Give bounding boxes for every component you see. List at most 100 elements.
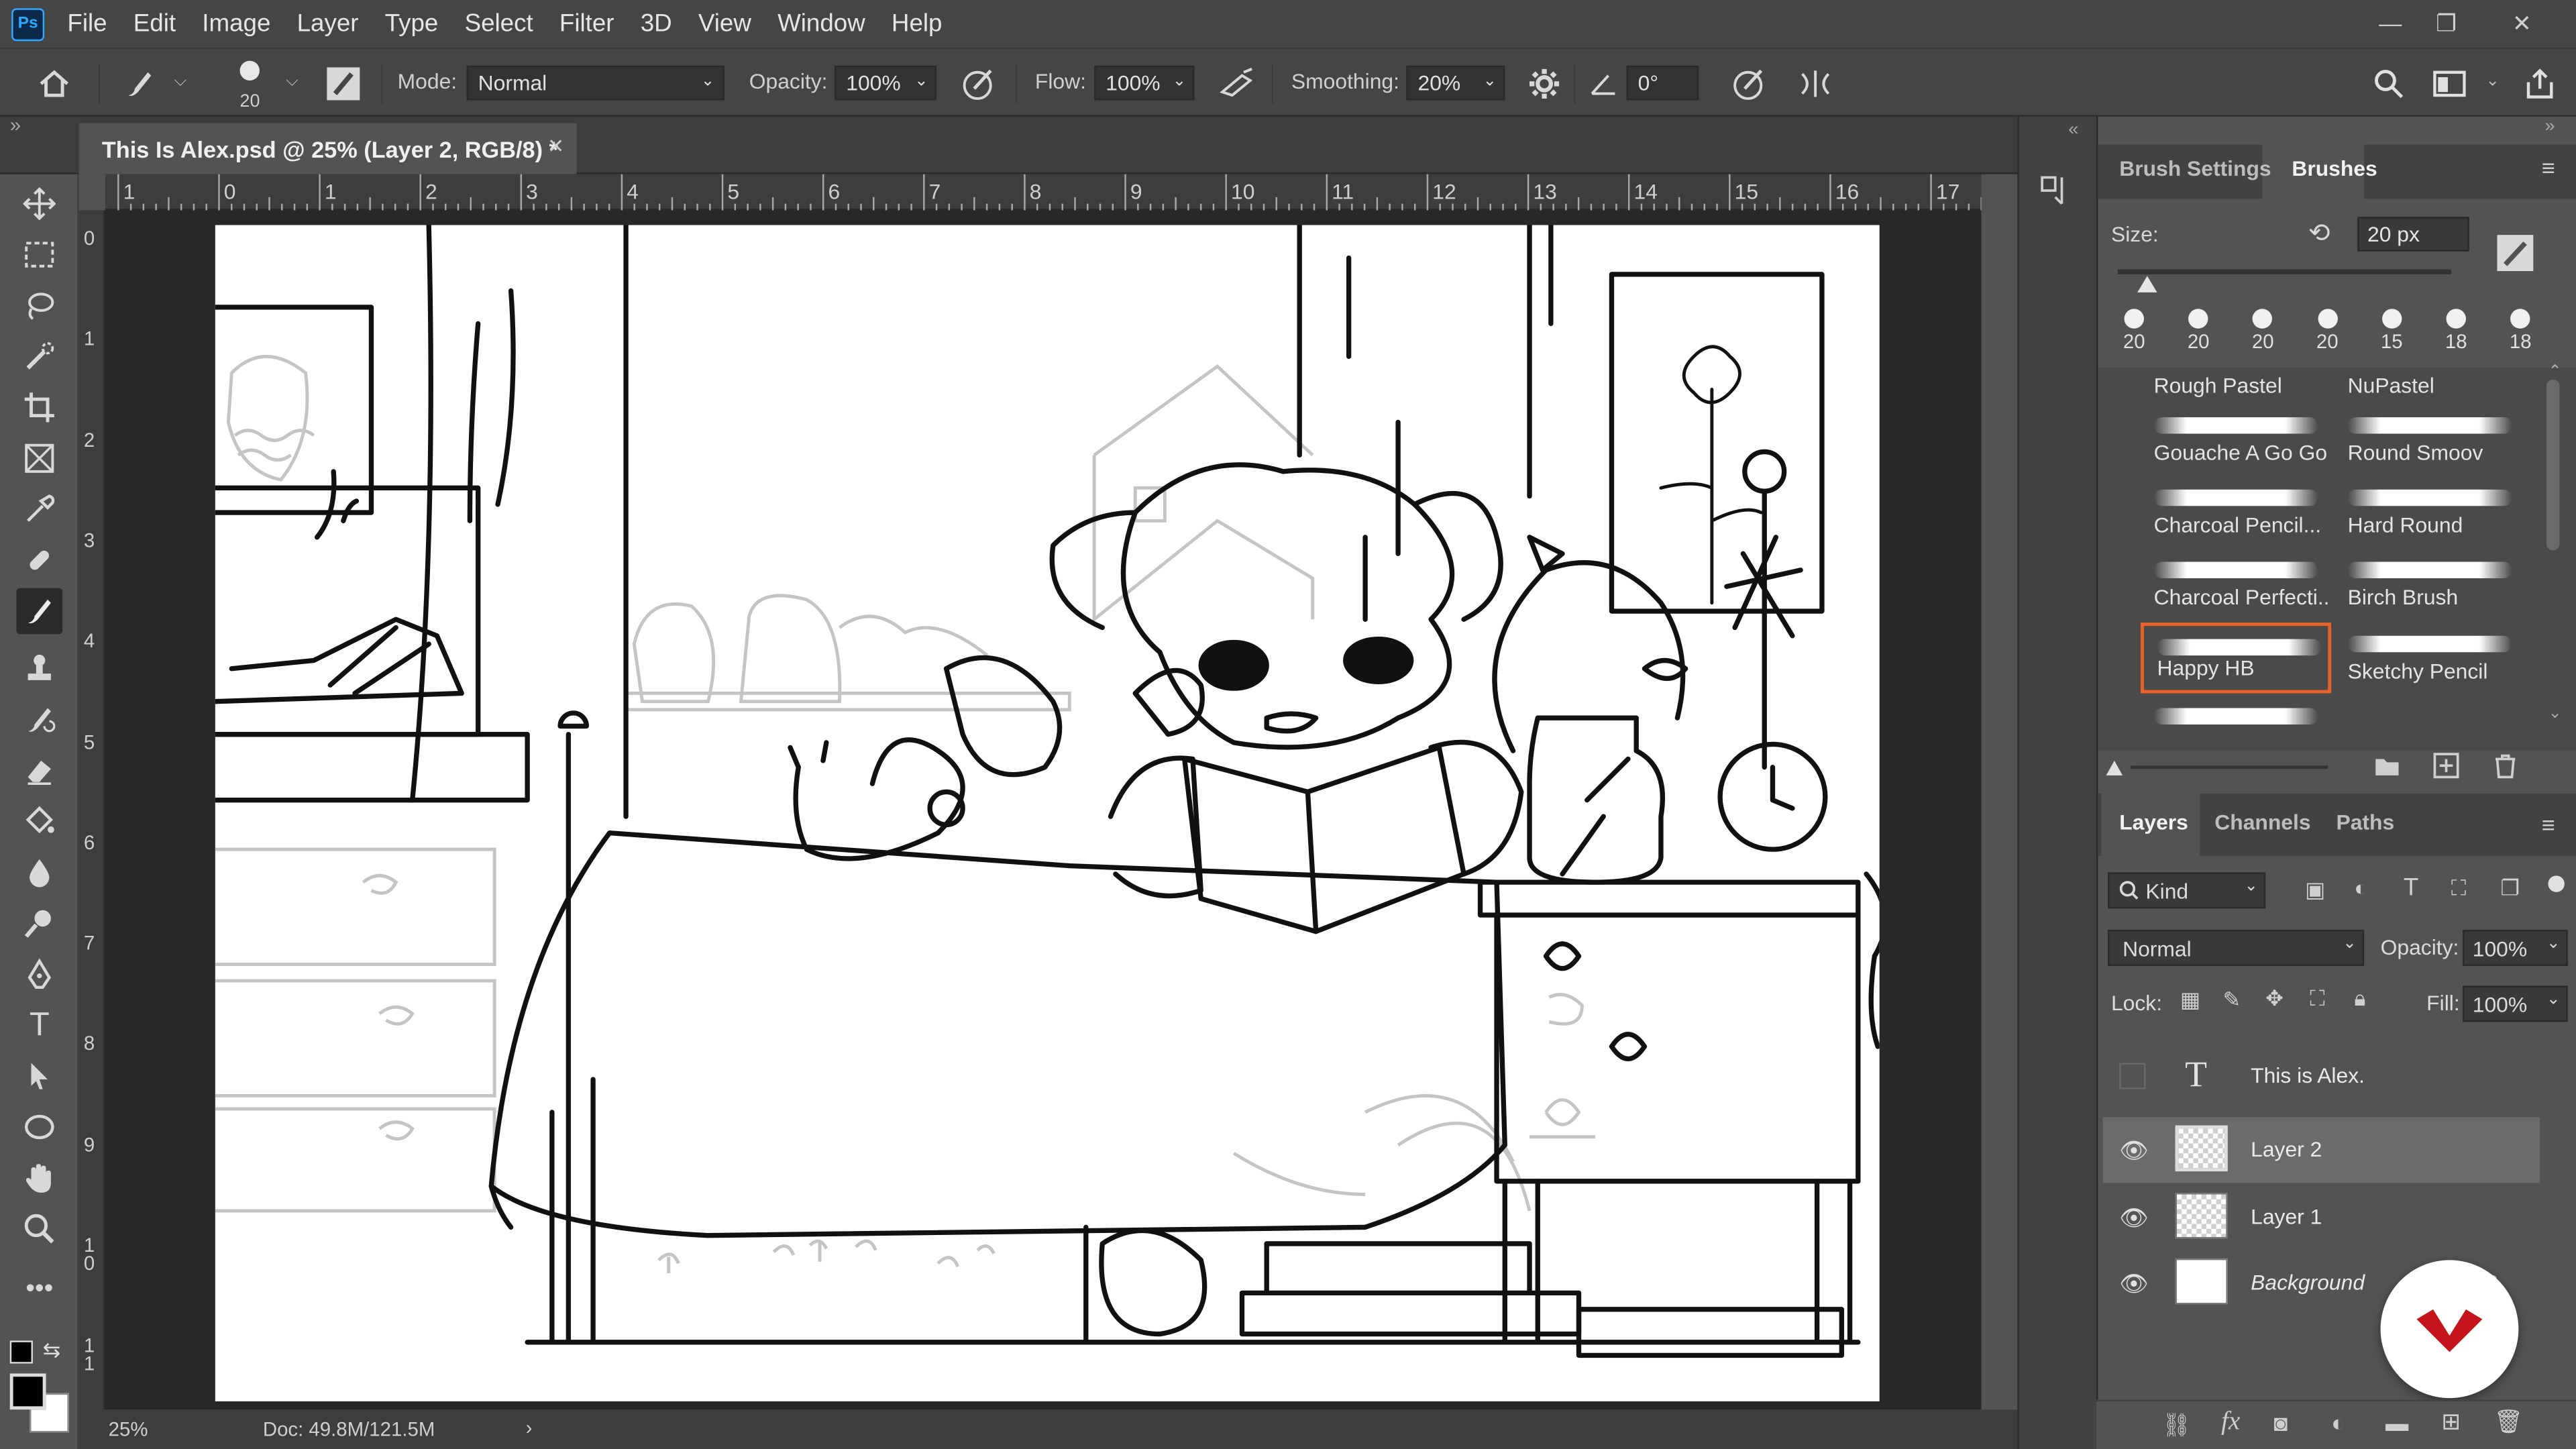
minimize-button[interactable]: —: [2363, 5, 2418, 41]
recent-brush[interactable]: 18: [2491, 303, 2550, 365]
link-icon[interactable]: ⛓: [2162, 1411, 2192, 1440]
filter-adjustment-icon[interactable]: ◐: [2354, 875, 2367, 900]
pen-tool-icon[interactable]: [16, 951, 62, 998]
brush-preset[interactable]: Birch Brush: [2334, 549, 2525, 620]
eye-icon[interactable]: 👁︎: [2119, 1204, 2149, 1230]
fill-field[interactable]: 100% ⌄: [2463, 985, 2568, 1022]
foreground-color-swatch[interactable]: [9, 1373, 46, 1410]
menu-help[interactable]: Help: [892, 10, 943, 38]
expand-icon[interactable]: »: [10, 113, 21, 136]
brush-preset[interactable]: Round Smoov: [2334, 404, 2525, 474]
frame-tool-icon[interactable]: [16, 435, 62, 482]
reset-icon[interactable]: ⟲: [2308, 217, 2330, 250]
paint-bucket-tool-icon[interactable]: [16, 798, 62, 845]
menu-type[interactable]: Type: [385, 10, 439, 38]
search-icon[interactable]: [2367, 62, 2410, 105]
tab-brush-settings[interactable]: Brush Settings: [2119, 156, 2271, 181]
layer-name[interactable]: Layer 2: [2251, 1137, 2322, 1162]
tab-paths[interactable]: Paths: [2336, 810, 2394, 835]
history-panel-icon[interactable]: [2039, 172, 2075, 209]
tab-layers[interactable]: Layers: [2119, 810, 2188, 835]
filter-type-icon[interactable]: T: [2404, 874, 2418, 902]
lasso-tool-icon[interactable]: [16, 282, 62, 329]
smoothing-field[interactable]: 20% ⌄: [1406, 65, 1505, 101]
eyedropper-tool-icon[interactable]: [16, 486, 62, 533]
share-icon[interactable]: [2518, 62, 2561, 105]
quick-select-tool-icon[interactable]: [16, 333, 62, 380]
pressure-opacity-icon[interactable]: [958, 62, 1001, 105]
preview-size-slider[interactable]: [2131, 765, 2328, 769]
workspace-caret[interactable]: ⌄: [2485, 72, 2500, 91]
layer-name[interactable]: Layer 1: [2251, 1204, 2322, 1229]
brush-preset[interactable]: Hard Round: [2334, 477, 2525, 547]
crop-tool-icon[interactable]: [16, 384, 62, 431]
brush-preset[interactable]: Charcoal Perfecti...: [2141, 549, 2331, 620]
menu-edit[interactable]: Edit: [133, 10, 176, 38]
layer-row-selected[interactable]: 👁︎ Layer 2: [2102, 1117, 2540, 1183]
status-arrow-icon[interactable]: ›: [526, 1416, 533, 1439]
tool-preset-caret[interactable]: ⌵: [174, 72, 187, 91]
hand-tool-icon[interactable]: [16, 1155, 62, 1201]
filter-pixel-icon[interactable]: ▣: [2305, 877, 2325, 904]
clone-stamp-tool-icon[interactable]: [16, 645, 62, 692]
recent-brush[interactable]: 18: [2426, 303, 2485, 365]
menu-layer[interactable]: Layer: [297, 10, 359, 38]
layer-row-text[interactable]: T This is Alex.: [2103, 1043, 2540, 1109]
recent-brush[interactable]: 15: [2362, 303, 2421, 365]
layer-name[interactable]: This is Alex.: [2251, 1063, 2365, 1088]
filter-shape-icon[interactable]: ⛶: [2451, 875, 2466, 902]
eye-icon[interactable]: 👁︎: [2119, 1270, 2149, 1296]
history-brush-tool-icon[interactable]: [16, 696, 62, 743]
menu-filter[interactable]: Filter: [559, 10, 614, 38]
eraser-tool-icon[interactable]: [16, 747, 62, 794]
layer-name[interactable]: Background: [2251, 1270, 2365, 1295]
brush-preset[interactable]: Sketchy Pencil: [2334, 622, 2525, 692]
close-tab-icon[interactable]: ×: [548, 133, 564, 162]
layer-row[interactable]: 👁︎ Layer 1: [2103, 1185, 2540, 1250]
recent-brush[interactable]: 20: [2298, 303, 2357, 365]
blur-tool-icon[interactable]: [16, 849, 62, 896]
pressure-size-icon[interactable]: [1728, 62, 1771, 105]
visibility-toggle-empty[interactable]: [2119, 1063, 2146, 1089]
brush-settings-toggle-icon[interactable]: [322, 62, 365, 105]
opacity-field[interactable]: 100% ⌄: [835, 65, 936, 101]
panel-menu-icon[interactable]: ≡: [2542, 154, 2555, 180]
brush-list-scrollbar[interactable]: [2546, 379, 2560, 551]
menu-window[interactable]: Window: [777, 10, 865, 38]
more-tools-icon[interactable]: •••: [16, 1267, 62, 1313]
type-tool-icon[interactable]: T: [16, 1002, 62, 1049]
workspace-icon[interactable]: [2428, 62, 2471, 105]
brush-preset-partial[interactable]: [2141, 695, 2331, 741]
adjustment-icon[interactable]: ◐: [2331, 1409, 2345, 1436]
brush-tool-icon[interactable]: [118, 62, 161, 105]
menu-view[interactable]: View: [698, 10, 751, 38]
brush-picker-caret[interactable]: ⌵: [286, 72, 299, 91]
new-layer-icon[interactable]: ⊞: [2441, 1408, 2461, 1436]
folder-icon[interactable]: ▬: [2385, 1409, 2408, 1436]
filter-smart-object-icon[interactable]: ❐: [2500, 875, 2520, 902]
symmetry-icon[interactable]: [1794, 62, 1837, 105]
brush-preset[interactable]: Gouache A Go Go: [2141, 404, 2331, 474]
filter-toggle-icon[interactable]: [2548, 875, 2565, 892]
ellipse-tool-icon[interactable]: [16, 1104, 62, 1150]
size-field[interactable]: 20 px: [2357, 217, 2469, 252]
folder-icon[interactable]: [2374, 754, 2400, 782]
brush-preset-icon[interactable]: [228, 56, 271, 85]
layers-menu-icon[interactable]: ≡: [2542, 812, 2555, 838]
brush-edit-icon[interactable]: [2497, 235, 2534, 272]
default-colors-icon[interactable]: [9, 1340, 33, 1364]
vertical-ruler[interactable]: 0 1 2 3 4 5 6 7 8 9 1 0 1 1: [78, 210, 105, 1410]
menu-3d[interactable]: 3D: [641, 10, 672, 38]
kind-filter[interactable]: Kind ⌄: [2108, 872, 2266, 909]
brush-preset[interactable]: Happy HB: [2141, 622, 2332, 693]
fx-icon[interactable]: fx: [2221, 1408, 2240, 1438]
preview-size-handle[interactable]: [2106, 760, 2123, 775]
lock-position-icon[interactable]: ✥: [2265, 985, 2284, 1012]
zoom-level[interactable]: 25%: [109, 1417, 148, 1440]
scroll-up-icon[interactable]: ⌃: [2548, 363, 2562, 381]
lock-transparency-icon[interactable]: ▦: [2180, 987, 2200, 1014]
menu-image[interactable]: Image: [202, 10, 270, 38]
gear-icon[interactable]: [1523, 62, 1566, 105]
healing-brush-tool-icon[interactable]: [16, 537, 62, 584]
move-tool-icon[interactable]: [16, 180, 62, 227]
